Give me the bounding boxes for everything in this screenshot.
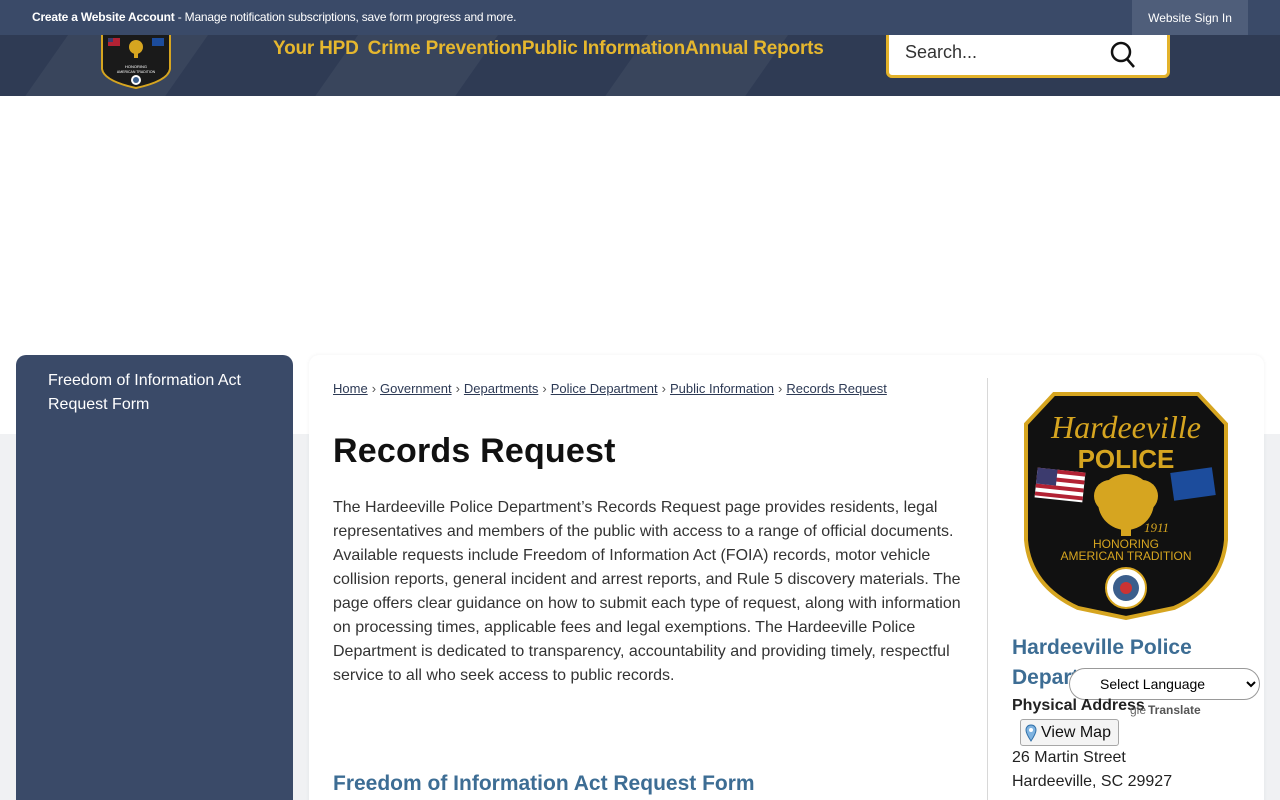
create-account-link[interactable]: Create a Website Account [32,10,175,24]
google-logo-text: gle [1130,703,1147,717]
badge-motto-2: AMERICAN TRADITION [1060,549,1191,563]
breadcrumb-separator: › [371,381,377,396]
nav-crime-prevention[interactable]: Crime Prevention [368,38,522,60]
site-header: HONORING AMERICAN TRADITION Your HPD Cri… [0,35,1280,96]
nav-public-information[interactable]: Public Information [522,38,685,60]
foia-form-link[interactable]: Freedom of Information Act Request Form [333,772,755,796]
physical-address-label: Physical Address [1012,697,1145,714]
sign-in-button[interactable]: Website Sign In [1132,0,1248,35]
search-icon[interactable] [1109,39,1137,69]
site-logo[interactable]: HONORING AMERICAN TRADITION [100,35,172,89]
breadcrumb-separator: › [778,381,783,396]
svg-text:AMERICAN TRADITION: AMERICAN TRADITION [117,70,156,74]
translate-label: Translate [1148,703,1201,717]
breadcrumb-home[interactable]: Home [333,381,368,396]
police-badge-image: Hardeeville POLICE 1911 HONORING AMERICA… [1024,392,1228,620]
breadcrumb: Home › Government › Departments › Police… [333,381,887,396]
column-divider [987,378,988,800]
breadcrumb-records-request[interactable]: Records Request [786,381,886,396]
sidebar: Freedom of Information Act Request Form [16,355,293,800]
address-city: Hardeeville, SC 29927 [1012,773,1173,790]
badge-subtitle: POLICE [1078,444,1175,474]
search-box [886,35,1170,78]
breadcrumb-separator: › [542,381,547,396]
breadcrumb-departments[interactable]: Departments [464,381,538,396]
badge-title: Hardeeville [1050,409,1201,445]
intro-paragraph: The Hardeeville Police Department’s Reco… [333,499,961,684]
address-street: 26 Martin Street [1012,749,1126,766]
map-pin-icon [1025,723,1037,742]
google-translate-credit: gle Translate [1130,703,1201,717]
main-nav: Your HPD Crime Prevention Public Informa… [273,38,824,60]
breadcrumb-public-information[interactable]: Public Information [670,381,774,396]
svg-text:HONORING: HONORING [125,64,147,69]
nav-your-hpd[interactable]: Your HPD [273,38,359,60]
search-input[interactable] [905,42,1105,63]
account-message: Create a Website Account - Manage notifi… [32,10,516,24]
nav-annual-reports[interactable]: Annual Reports [685,38,824,60]
badge-year: 1911 [1144,520,1169,535]
breadcrumb-separator: › [661,381,666,396]
account-bar: Create a Website Account - Manage notifi… [0,0,1280,35]
breadcrumb-police-department[interactable]: Police Department [551,381,658,396]
sidebar-item-foia-form[interactable]: Freedom of Information Act Request Form [48,369,248,417]
breadcrumb-government[interactable]: Government [380,381,452,396]
account-message-text: - Manage notification subscriptions, sav… [174,10,517,24]
view-map-button[interactable]: View Map [1020,719,1119,746]
language-select[interactable]: Select Language [1069,668,1260,700]
view-map-label: View Map [1041,723,1111,741]
breadcrumb-separator: › [455,381,460,396]
page-title: Records Request [333,432,616,470]
